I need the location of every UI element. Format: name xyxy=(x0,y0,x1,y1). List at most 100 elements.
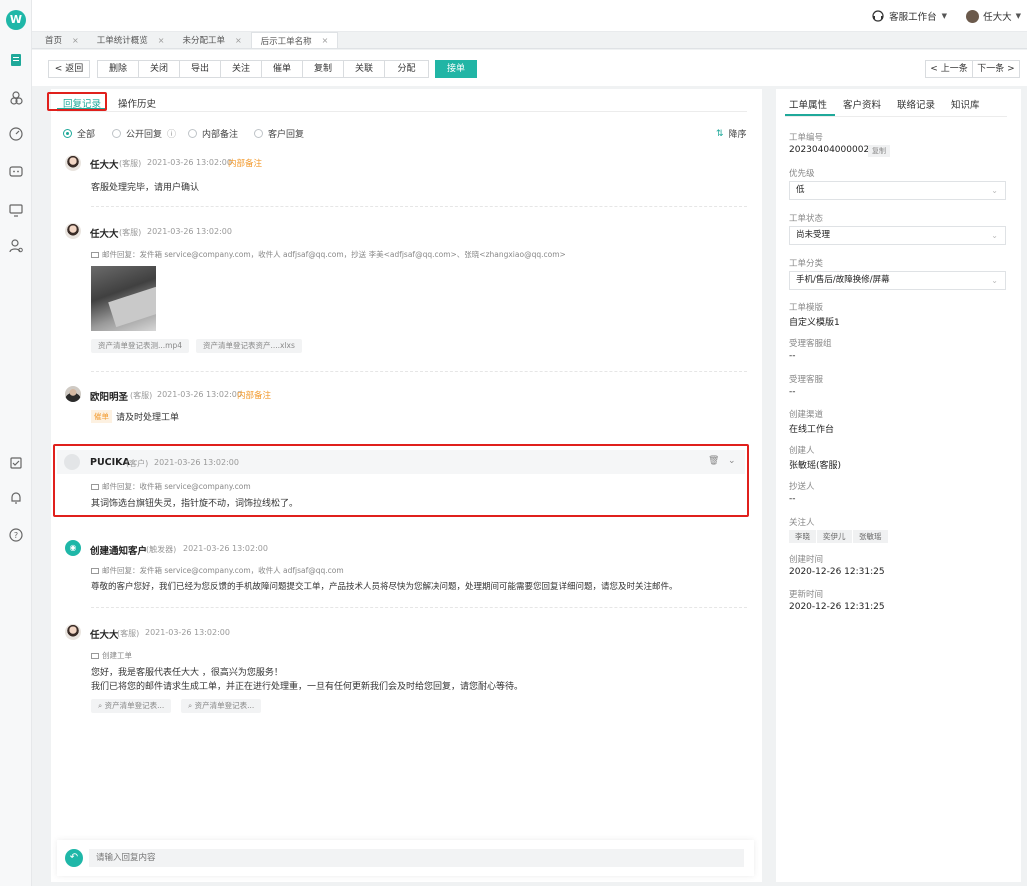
page-tab-home[interactable]: 首页 × xyxy=(36,32,88,48)
follower-chip[interactable]: 张敏瑶 xyxy=(853,530,888,543)
divider xyxy=(91,371,747,372)
urge-button[interactable]: 催单 xyxy=(261,60,303,78)
export-button[interactable]: 导出 xyxy=(179,60,221,78)
accept-button[interactable]: 接单 xyxy=(435,60,477,78)
next-label: 下一条 xyxy=(977,64,1005,74)
copy-button[interactable]: 复制 xyxy=(302,60,344,78)
close-icon[interactable]: × xyxy=(235,36,242,45)
attachment-chip[interactable]: ⌕ 资产清单登记表... xyxy=(181,699,262,713)
app-logo-icon[interactable]: W xyxy=(6,10,26,30)
updated-label: 更新时间 xyxy=(789,590,824,600)
record-author: 任大大 xyxy=(90,229,119,240)
urge-badge: 催单 xyxy=(91,410,112,423)
attachment-chip[interactable]: 资产清单登记表资产....xlxs xyxy=(196,339,302,353)
prev-label: 上一条 xyxy=(940,64,968,74)
status-value: 尚未受理 xyxy=(796,230,831,240)
sort-label: 降序 xyxy=(728,130,747,140)
close-icon[interactable]: × xyxy=(158,36,165,45)
sort-toggle[interactable]: ⇅ 降序 xyxy=(716,127,747,141)
divider xyxy=(91,206,747,207)
task-icon[interactable] xyxy=(8,455,24,471)
page-tab-label: 后示工单名称 xyxy=(260,36,312,47)
link-button[interactable]: 关联 xyxy=(343,60,385,78)
record-author: 任大大 xyxy=(90,630,119,641)
tab-knowledge-base[interactable]: 知识库 xyxy=(951,97,980,111)
group-value: -- xyxy=(789,351,796,361)
page-tab-ticket[interactable]: 后示工单名称 × xyxy=(250,32,339,48)
chevron-down-icon: ▼ xyxy=(1015,12,1021,20)
close-ticket-button[interactable]: 关闭 xyxy=(138,60,180,78)
radio-icon xyxy=(254,129,263,138)
divider xyxy=(57,111,747,112)
chevron-down-icon: ⌄ xyxy=(991,276,998,285)
chat-icon[interactable] xyxy=(8,164,24,180)
close-icon[interactable]: × xyxy=(322,36,329,45)
user-menu[interactable]: 任大大 ▼ xyxy=(966,9,1021,23)
assign-button[interactable]: 分配 xyxy=(384,60,429,78)
ticket-no-label: 工单编号 xyxy=(789,133,824,143)
monitor-icon[interactable] xyxy=(8,202,24,218)
filter-customer-reply[interactable]: 客户回复 xyxy=(254,127,304,140)
mail-meta-text: 邮件回复：发件箱 service@company.com，收件人 adfjsaf… xyxy=(102,566,344,575)
follow-button[interactable]: 关注 xyxy=(220,60,262,78)
dashboard-icon[interactable] xyxy=(8,126,24,142)
attachment-chip[interactable]: ⌕ 资产清单登记表... xyxy=(91,699,172,713)
record-text: 我们已将您的邮件请求生成工单，并正在进行处理重，一旦有任何更新我们会及时给您回复… xyxy=(91,682,524,692)
status-select[interactable]: 尚未受理 ⌄ xyxy=(789,226,1006,245)
cc-label: 抄送人 xyxy=(789,482,815,492)
tab-contact-records[interactable]: 联络记录 xyxy=(897,97,935,111)
next-button[interactable]: 下一条 > xyxy=(972,60,1020,78)
priority-label: 优先级 xyxy=(789,169,815,179)
avatar xyxy=(65,386,81,402)
copy-ticket-no-button[interactable]: 复制 xyxy=(868,145,890,157)
follower-chip[interactable]: 李晓 xyxy=(789,530,816,543)
template-value: 自定义模版1 xyxy=(789,318,840,328)
divider xyxy=(91,607,747,608)
agent-value: -- xyxy=(789,387,796,397)
attachment-chip[interactable]: 资产清单登记表测...mp4 xyxy=(91,339,189,353)
back-label: 返回 xyxy=(65,64,84,74)
filter-all[interactable]: 全部 xyxy=(63,127,95,140)
close-icon[interactable]: × xyxy=(72,36,79,45)
delete-button[interactable]: 删除 xyxy=(97,60,139,78)
page-tab-stats[interactable]: 工单统计概览 × xyxy=(88,32,174,48)
page-tab-unassigned[interactable]: 未分配工单 × xyxy=(173,32,250,48)
filter-internal-note[interactable]: 内部备注 xyxy=(188,127,238,140)
radio-icon xyxy=(188,129,197,138)
follower-chip[interactable]: 奕伊儿 xyxy=(817,530,852,543)
tab-ticket-attributes[interactable]: 工单属性 xyxy=(789,97,827,111)
avatar xyxy=(65,155,81,171)
help-icon[interactable]: ? xyxy=(8,527,24,543)
chevron-down-icon: ⌄ xyxy=(991,231,998,240)
record-text: 尊敬的客户您好，我们已经为您反馈的手机故障问题提交工单，产品技术人员将尽快为您解… xyxy=(91,582,678,592)
contacts-icon[interactable] xyxy=(8,90,24,106)
bell-icon[interactable] xyxy=(8,490,24,506)
back-button[interactable]: < 返回 xyxy=(48,60,90,78)
attachment-image[interactable] xyxy=(91,266,156,331)
template-label: 工单模版 xyxy=(789,303,824,313)
filter-public-reply[interactable]: 公开回复 ⓘ xyxy=(112,127,176,140)
paperclip-icon: ⌕ xyxy=(188,701,195,710)
ticket-icon[interactable] xyxy=(8,52,24,68)
sub-label: 创建工单 xyxy=(91,650,132,661)
record-role: (客服) xyxy=(119,159,142,168)
filter-label: 全部 xyxy=(77,130,96,140)
tab-customer-info[interactable]: 客户资料 xyxy=(843,97,881,111)
tab-operation-history[interactable]: 操作历史 xyxy=(118,96,156,110)
sub-label-text: 创建工单 xyxy=(102,651,132,660)
user-name: 任大大 xyxy=(983,12,1012,23)
icon-rail: W ? xyxy=(0,0,32,886)
status-label: 工单状态 xyxy=(789,214,824,224)
category-label: 工单分类 xyxy=(789,259,824,269)
sort-icon: ⇅ xyxy=(716,128,724,139)
user-settings-icon[interactable] xyxy=(8,238,24,254)
reply-icon[interactable]: ↶ xyxy=(65,849,83,867)
reply-input[interactable] xyxy=(89,849,744,867)
page-tab-label: 工单统计概览 xyxy=(96,36,148,46)
workspace-switcher[interactable]: 客服工作台 ▼ xyxy=(872,9,947,23)
category-select[interactable]: 手机/售后/故障换修/屏幕 ⌄ xyxy=(789,271,1006,290)
prev-button[interactable]: < 上一条 xyxy=(925,60,973,78)
priority-select[interactable]: 低 ⌄ xyxy=(789,181,1006,200)
doc-icon xyxy=(91,653,99,659)
agent-label: 受理客服 xyxy=(789,375,824,385)
